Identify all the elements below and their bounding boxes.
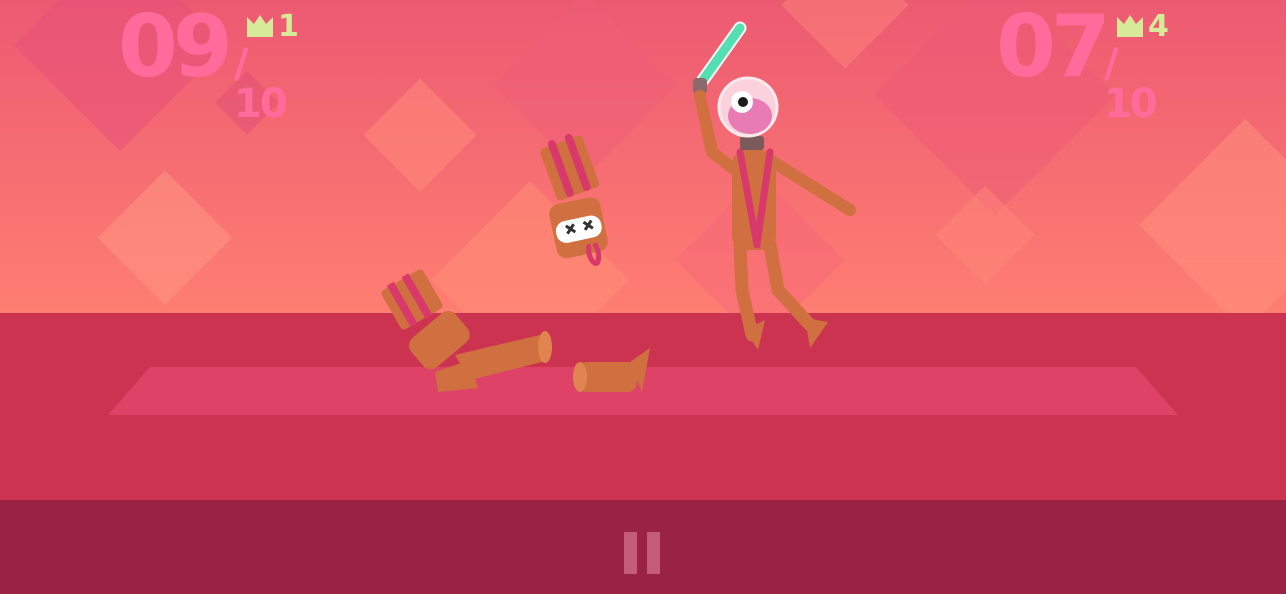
player-2-points: 07 (996, 0, 1111, 97)
player-1-wins: 1 (278, 9, 299, 44)
arena-floor (0, 313, 1286, 503)
player-2-wins: 4 (1148, 9, 1169, 44)
player-1-points: 09 (118, 0, 233, 97)
crown-icon (247, 15, 273, 37)
player-1-target: / 10 (234, 41, 288, 127)
player-2-target: / 10 (1104, 41, 1158, 127)
pause-icon-bar (647, 532, 660, 574)
crown-icon (1117, 15, 1143, 37)
pause-icon (624, 532, 637, 574)
pause-button[interactable] (624, 532, 662, 574)
